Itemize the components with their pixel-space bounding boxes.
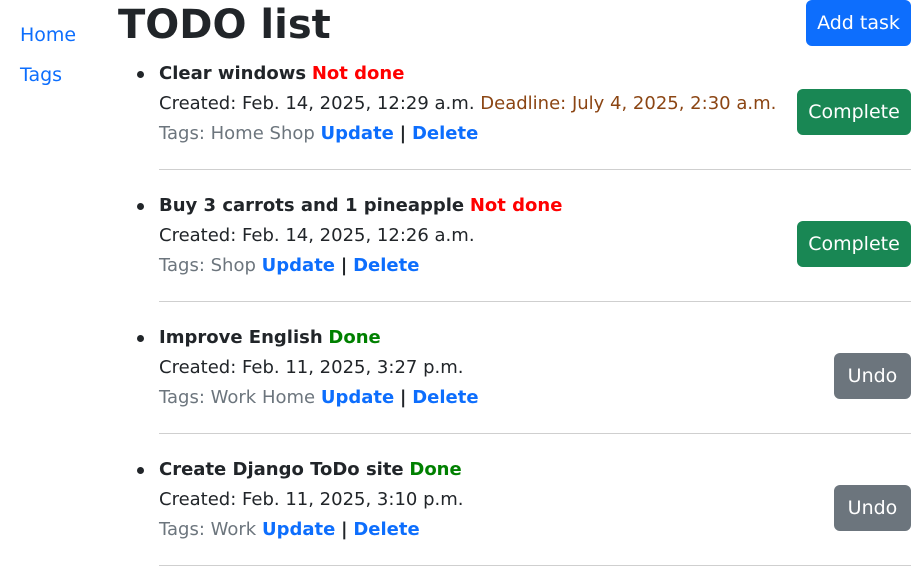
divider (159, 565, 911, 566)
link-separator: | (341, 519, 348, 540)
task-item: Create Django ToDo site Done Created: Fe… (137, 455, 911, 586)
delete-link[interactable]: Delete (353, 519, 419, 540)
created-date: Created: Feb. 14, 2025, 12:26 a.m. (159, 225, 475, 246)
sidebar: Home Tags (20, 20, 76, 100)
bullet-icon (137, 335, 144, 342)
sidebar-item-home[interactable]: Home (20, 20, 76, 50)
status-badge: Not done (469, 195, 563, 216)
status-badge: Done (409, 459, 462, 480)
status-badge: Done (328, 327, 381, 348)
bullet-icon (137, 203, 144, 210)
status-badge: Not done (311, 63, 405, 84)
task-title: Clear windows (159, 63, 307, 84)
created-date: Created: Feb. 14, 2025, 12:29 a.m. (159, 93, 475, 114)
update-link[interactable]: Update (321, 123, 394, 144)
link-separator: | (399, 123, 407, 144)
complete-button[interactable]: Complete (797, 221, 911, 267)
task-tags: Tags: Work (159, 519, 257, 540)
bullet-icon (137, 71, 144, 78)
link-separator: | (340, 255, 348, 276)
update-link[interactable]: Update (262, 255, 335, 276)
task-tags: Tags: Work Home (159, 387, 316, 408)
deadline-date: Deadline: July 4, 2025, 2:30 a.m. (480, 93, 777, 114)
update-link[interactable]: Update (321, 387, 394, 408)
task-tags: Tags: Shop (159, 255, 256, 276)
task-title: Improve English (159, 327, 323, 348)
link-separator: | (399, 387, 407, 408)
update-link[interactable]: Update (262, 519, 335, 540)
divider (159, 169, 911, 170)
created-date: Created: Feb. 11, 2025, 3:27 p.m. (159, 357, 464, 378)
sidebar-item-tags[interactable]: Tags (20, 60, 76, 90)
task-item: Buy 3 carrots and 1 pineapple Not done C… (137, 191, 911, 322)
complete-button[interactable]: Complete (797, 89, 911, 135)
add-task-button[interactable]: Add task (806, 0, 911, 46)
divider (159, 433, 911, 434)
task-title: Buy 3 carrots and 1 pineapple (159, 195, 465, 216)
undo-button[interactable]: Undo (834, 353, 911, 399)
page-title: TODO list (118, 2, 331, 48)
task-tags: Tags: Home Shop (159, 123, 315, 144)
task-list: Clear windows Not done Created: Feb. 14,… (137, 58, 911, 586)
undo-button[interactable]: Undo (834, 485, 911, 531)
task-title: Create Django ToDo site (159, 459, 404, 480)
delete-link[interactable]: Delete (412, 123, 478, 144)
task-item: Clear windows Not done Created: Feb. 14,… (137, 59, 911, 190)
divider (159, 301, 911, 302)
task-item: Improve English Done Created: Feb. 11, 2… (137, 323, 911, 454)
delete-link[interactable]: Delete (353, 255, 419, 276)
delete-link[interactable]: Delete (412, 387, 478, 408)
bullet-icon (137, 467, 144, 474)
created-date: Created: Feb. 11, 2025, 3:10 p.m. (159, 489, 464, 510)
